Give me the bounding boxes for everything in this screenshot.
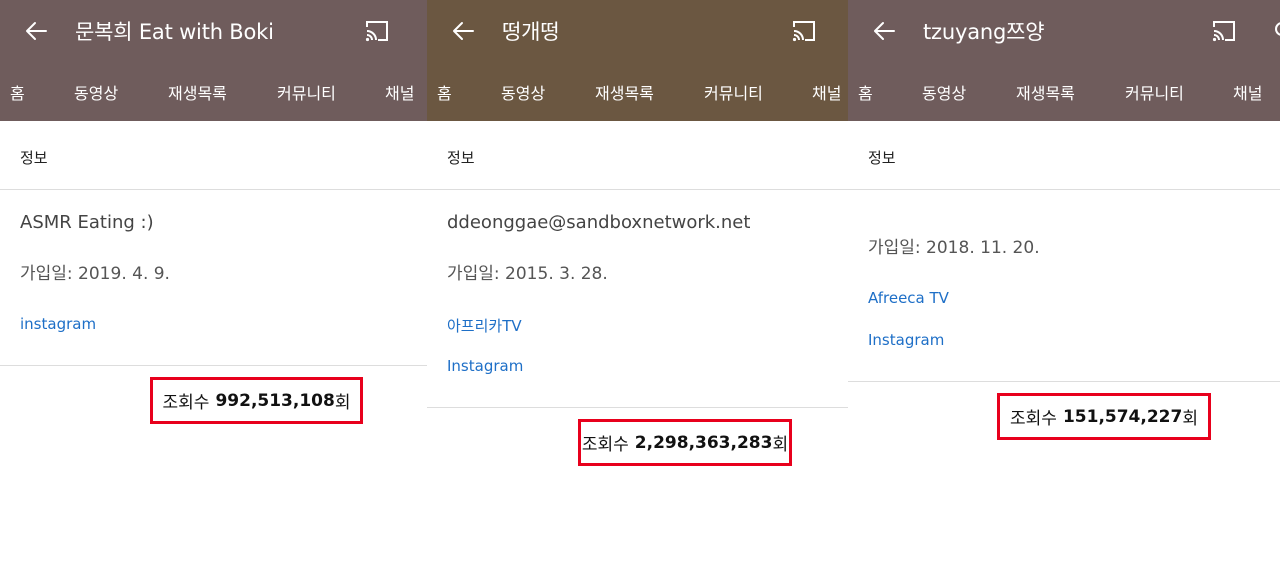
search-icon[interactable] [1272,20,1280,42]
link-instagram[interactable]: Instagram [868,331,944,349]
views-count: 2,298,363,283 [634,432,773,453]
back-arrow-icon[interactable] [449,17,477,45]
joined-date: 가입일: 2015. 3. 28. [447,264,608,284]
channel-tabs: 홈 동영상 재생목록 커뮤니티 채널 [848,62,1280,121]
cast-icon[interactable] [364,19,390,43]
tab-playlists[interactable]: 재생목록 [168,80,227,104]
views-suffix: 회 [334,393,351,413]
link-instagram[interactable]: Instagram [447,357,523,375]
top-app-bar: 문복희 Eat with Boki [0,0,427,62]
about-heading: 정보 [868,149,896,167]
tab-videos[interactable]: 동영상 [501,80,545,104]
channel-description: ddeonggae@sandboxnetwork.net [447,212,751,233]
comparison-row: 문복희 Eat with Boki 홈 동영상 재생목록 커뮤니티 채널 정보 … [0,0,1280,588]
views-suffix: 회 [1182,409,1198,429]
channel-panel-3: tzuyang쯔양 홈 동영상 재생목록 커뮤니티 채널 정보 가입일: 201… [848,0,1280,588]
channel-description: ASMR Eating :) [20,212,154,233]
channel-title: 떵개떵 [502,20,560,44]
tab-community[interactable]: 커뮤니티 [704,80,763,104]
cast-icon[interactable] [1211,19,1237,43]
channel-header: tzuyang쯔양 홈 동영상 재생목록 커뮤니티 채널 [848,0,1280,121]
channel-title: tzuyang쯔양 [923,20,1045,44]
views-highlight-box: 조회수 2,298,363,283 회 [578,419,792,466]
views-suffix: 회 [772,435,789,455]
divider [0,189,427,190]
views-label: 조회수 [581,435,629,455]
cast-icon[interactable] [791,19,817,43]
tab-channels[interactable]: 채널 [1233,80,1262,104]
top-app-bar: 떵개떵 [427,0,848,62]
views-label: 조회수 [1010,409,1057,429]
tab-home[interactable]: 홈 [858,80,873,104]
views-highlight-box: 조회수 151,574,227 회 [997,393,1211,440]
tab-videos[interactable]: 동영상 [74,80,118,104]
tab-channels[interactable]: 채널 [812,80,841,104]
about-heading: 정보 [447,149,475,167]
views-highlight-box: 조회수 992,513,108 회 [150,377,363,424]
link-instagram[interactable]: instagram [20,315,96,333]
views-count: 992,513,108 [215,390,335,411]
tab-playlists[interactable]: 재생목록 [1016,80,1075,104]
channel-tabs: 홈 동영상 재생목록 커뮤니티 채널 [427,62,848,121]
tab-community[interactable]: 커뮤니티 [277,80,336,104]
channel-header: 떵개떵 홈 동영상 재생목록 커뮤니티 채널 [427,0,848,121]
divider [427,189,848,190]
channel-panel-2: 떵개떵 홈 동영상 재생목록 커뮤니티 채널 정보 ddeonggae@sand… [427,0,848,588]
tab-channels[interactable]: 채널 [385,80,414,104]
channel-panel-1: 문복희 Eat with Boki 홈 동영상 재생목록 커뮤니티 채널 정보 … [0,0,427,588]
about-heading: 정보 [20,149,48,167]
tab-home[interactable]: 홈 [10,80,25,104]
divider [848,381,1280,382]
channel-header: 문복희 Eat with Boki 홈 동영상 재생목록 커뮤니티 채널 [0,0,427,121]
views-count: 151,574,227 [1062,406,1183,427]
views-label: 조회수 [162,393,210,413]
top-app-bar: tzuyang쯔양 [848,0,1280,62]
channel-title: 문복희 Eat with Boki [75,20,274,44]
link-afreecatv[interactable]: Afreeca TV [868,289,949,307]
tab-community[interactable]: 커뮤니티 [1125,80,1184,104]
back-arrow-icon[interactable] [870,17,898,45]
joined-date: 가입일: 2019. 4. 9. [20,264,170,284]
joined-date: 가입일: 2018. 11. 20. [868,238,1040,258]
divider [0,365,427,366]
tab-videos[interactable]: 동영상 [922,80,966,104]
tab-home[interactable]: 홈 [437,80,452,104]
divider [427,407,848,408]
divider [848,189,1280,190]
back-arrow-icon[interactable] [22,17,50,45]
channel-tabs: 홈 동영상 재생목록 커뮤니티 채널 [0,62,427,121]
tab-playlists[interactable]: 재생목록 [595,80,654,104]
link-afreecatv[interactable]: 아프리카TV [447,315,522,336]
